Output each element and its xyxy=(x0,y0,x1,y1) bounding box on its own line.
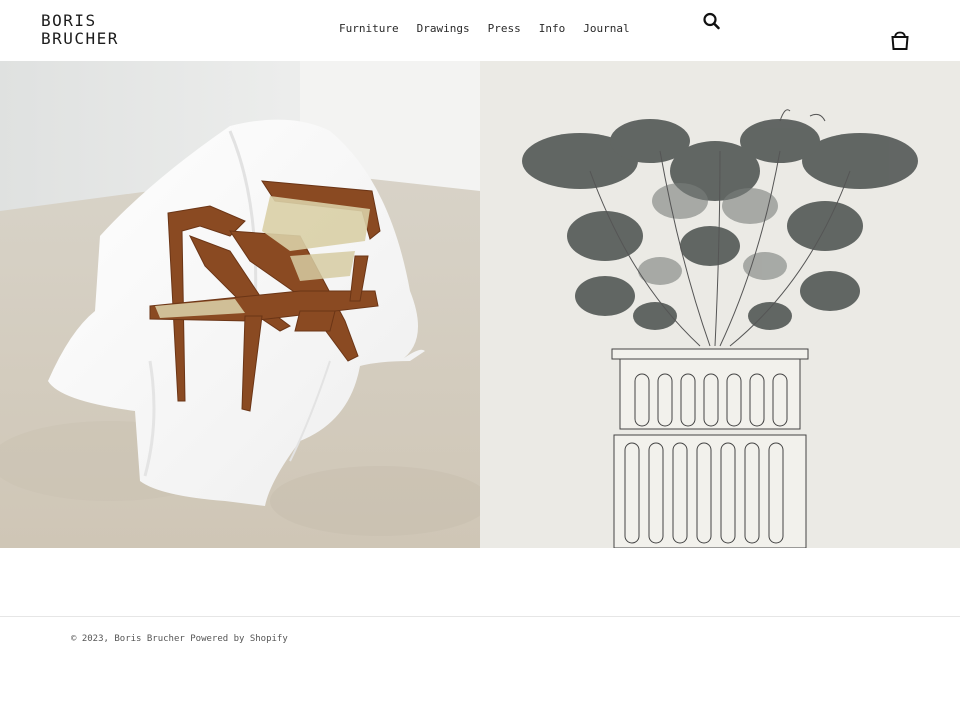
cart-icon xyxy=(891,31,909,50)
nav-press[interactable]: Press xyxy=(479,22,530,36)
logo-line-1: BORIS xyxy=(41,11,97,30)
hero-gallery xyxy=(0,61,960,548)
search-icon xyxy=(703,12,720,30)
footer-copyright: © 2023, xyxy=(71,634,109,644)
site-footer: © 2023, Boris Brucher Powered by Shopify xyxy=(71,634,288,644)
nav-journal[interactable]: Journal xyxy=(574,22,638,36)
site-logo[interactable]: BORIS BRUCHER xyxy=(41,12,119,48)
footer-divider xyxy=(0,616,960,617)
site-header: BORIS BRUCHER Furniture Drawings Press I… xyxy=(0,0,960,61)
drawings-image-link[interactable] xyxy=(480,61,960,548)
logo-line-2: BRUCHER xyxy=(41,29,119,48)
footer-owner-link[interactable]: Boris Brucher xyxy=(114,634,184,644)
furniture-image-link[interactable] xyxy=(0,61,480,548)
nav-furniture[interactable]: Furniture xyxy=(330,22,408,36)
footer-powered-link[interactable]: Powered by Shopify xyxy=(190,634,288,644)
flower-column-drawing xyxy=(480,61,960,548)
nav-info[interactable]: Info xyxy=(530,22,575,36)
chair-photo xyxy=(0,61,480,548)
main-nav: Furniture Drawings Press Info Journal xyxy=(330,22,639,36)
nav-drawings[interactable]: Drawings xyxy=(408,22,479,36)
cart-button[interactable] xyxy=(889,30,911,52)
search-button[interactable] xyxy=(701,11,723,33)
